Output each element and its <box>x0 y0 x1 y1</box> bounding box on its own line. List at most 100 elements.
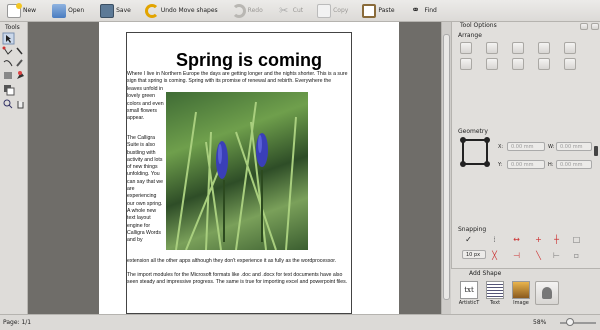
open-button[interactable]: Open <box>49 2 87 20</box>
undo-icon <box>144 3 159 18</box>
bezier-tool-icon[interactable] <box>2 46 13 55</box>
color-swatch-icon[interactable] <box>4 85 15 96</box>
copy-button[interactable]: Copy <box>314 2 351 20</box>
snap-intersection-icon[interactable]: ╳ <box>488 250 501 262</box>
align-right-button[interactable] <box>512 58 524 70</box>
redo-button[interactable]: Redo <box>229 2 266 20</box>
bring-front-button[interactable] <box>512 42 524 54</box>
zoom-slider-handle[interactable] <box>566 318 574 326</box>
align-top-button[interactable] <box>538 58 550 70</box>
page-indicator: Page: 1/1 <box>3 319 32 326</box>
shape-text-label: Text <box>489 300 501 306</box>
find-icon: ⚭ <box>411 4 420 16</box>
add-shape-docker: Add Shape txt ArtisticT Text Image <box>451 268 600 314</box>
paste-icon <box>362 3 377 18</box>
zoom-tool-icon[interactable] <box>3 99 13 109</box>
paragraph-2-end[interactable]: extension all the other apps although th… <box>127 258 353 265</box>
shape-artistic-text[interactable]: txt ArtisticT <box>457 281 481 313</box>
snap-bbox-icon[interactable]: ⊣ <box>510 250 523 262</box>
anchor-handle-tl[interactable] <box>460 137 466 143</box>
lock-aspect-icon[interactable] <box>594 146 598 156</box>
vertical-scrollbar[interactable] <box>441 22 451 314</box>
paragraph-2-left[interactable]: The Calligra Suite is also bustling with… <box>127 135 165 244</box>
snap-line-icon[interactable]: ╲ <box>532 250 545 262</box>
redo-icon <box>231 3 246 18</box>
shape-artistic-text-label: ArtisticT <box>458 300 480 306</box>
anchor-point-selector[interactable] <box>460 137 490 167</box>
group-button[interactable] <box>564 42 576 54</box>
fill-tool-icon[interactable] <box>17 71 24 79</box>
docker-close-button[interactable] <box>591 23 599 30</box>
anchor-handle-tr[interactable] <box>484 137 490 143</box>
grape-hyacinth-image <box>175 101 297 250</box>
select-tool-icon[interactable] <box>2 32 15 45</box>
snapping-label: Snapping <box>458 226 487 233</box>
paragraph-1-intro[interactable]: Where I live in Northern Europe the days… <box>127 71 353 86</box>
add-shape-title: Add Shape <box>469 270 502 277</box>
raise-button[interactable] <box>460 42 472 54</box>
paste-button[interactable]: Paste <box>359 2 397 20</box>
paragraph-3[interactable]: The import modules for the Microsoft for… <box>127 272 353 287</box>
shape-image-label: Image <box>513 300 529 306</box>
cut-icon: ✂ <box>279 3 289 17</box>
snap-guide-icon[interactable]: ⊢ <box>550 250 563 262</box>
find-label: Find <box>424 7 437 14</box>
snap-orthogonal-icon[interactable]: ↔ <box>510 234 523 246</box>
align-left-button[interactable] <box>460 58 472 70</box>
text-shape-icon <box>486 281 504 299</box>
tools-docker: Tools <box>0 22 28 314</box>
align-center-button[interactable] <box>486 58 498 70</box>
cut-button[interactable]: ✂ Cut <box>274 2 306 20</box>
x-position-field[interactable]: 0.00 mm <box>507 142 545 151</box>
pan-tool-icon[interactable] <box>17 101 24 109</box>
open-icon <box>52 3 67 18</box>
geometry-label: Geometry <box>458 128 488 135</box>
pen-tool-icon[interactable] <box>16 47 23 55</box>
snap-grid-icon[interactable]: ⁞ <box>488 234 501 246</box>
gradient-tool-icon[interactable] <box>4 72 12 79</box>
tools-panel-icons <box>2 32 24 109</box>
scrollbar-thumb[interactable] <box>443 34 450 300</box>
document-page[interactable]: Spring is coming Where I live in Norther… <box>99 22 399 314</box>
zoom-level[interactable]: 58% <box>533 319 546 326</box>
shape-collection-icon <box>542 287 552 299</box>
find-button[interactable]: ⚭ Find <box>406 2 440 20</box>
main-toolbar: New Open Save Undo Move shapes Redo ✂ Cu… <box>0 0 600 22</box>
cut-label: Cut <box>292 7 304 14</box>
new-button[interactable]: New <box>4 2 39 20</box>
x-label: X: <box>498 144 504 150</box>
anchor-handle-br[interactable] <box>484 161 490 167</box>
new-label: New <box>23 7 37 14</box>
snap-enable-check[interactable]: ✓ <box>462 234 475 246</box>
snap-extension-icon[interactable]: ┼ <box>550 234 563 246</box>
snap-distance-field[interactable]: 10 px <box>462 250 486 259</box>
tools-title: Tools <box>5 24 20 31</box>
ungroup-button[interactable] <box>564 58 576 70</box>
save-icon <box>100 3 115 18</box>
document-title[interactable]: Spring is coming <box>99 50 399 71</box>
lower-button[interactable] <box>486 42 498 54</box>
snap-page-icon[interactable]: □ <box>570 234 583 246</box>
flower-photo[interactable] <box>166 92 308 250</box>
shape-text[interactable]: Text <box>483 281 507 313</box>
y-label: Y: <box>498 162 503 168</box>
paragraph-1-left[interactable]: leaves unfold in lovely green colors and… <box>127 86 165 122</box>
snap-node-icon[interactable]: + <box>532 234 545 246</box>
copy-label: Copy <box>333 7 349 14</box>
y-position-field[interactable]: 0.00 mm <box>507 160 545 169</box>
docker-float-button[interactable] <box>580 23 588 30</box>
undo-button[interactable]: Undo Move shapes <box>142 2 221 20</box>
brush-tool-icon[interactable] <box>16 59 23 67</box>
path-tool-icon[interactable] <box>3 60 13 67</box>
snap-center-icon[interactable]: ▫ <box>570 250 583 262</box>
width-field[interactable]: 0.00 mm <box>556 142 592 151</box>
shape-collection-button[interactable] <box>535 281 559 305</box>
new-icon <box>7 2 22 18</box>
artistic-text-icon: txt <box>460 281 478 299</box>
send-back-button[interactable] <box>538 42 550 54</box>
save-button[interactable]: Save <box>97 2 134 20</box>
canvas-area[interactable]: Spring is coming Where I live in Norther… <box>28 22 441 314</box>
height-field[interactable]: 0.00 mm <box>556 160 592 169</box>
anchor-handle-bl[interactable] <box>460 161 466 167</box>
shape-image[interactable]: Image <box>509 281 533 313</box>
